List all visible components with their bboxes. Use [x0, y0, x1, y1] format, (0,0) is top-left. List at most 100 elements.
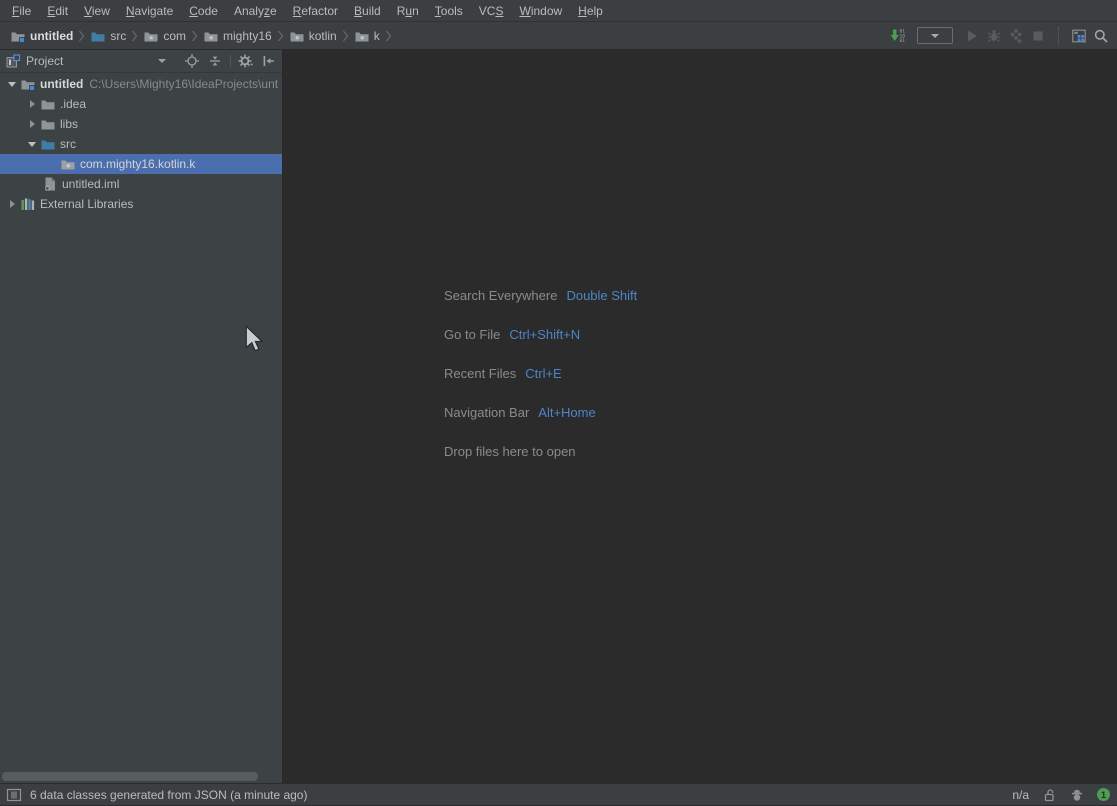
project-panel-header: Project — [0, 50, 282, 73]
breadcrumb-src[interactable]: src — [88, 28, 128, 44]
chevron-expanded-icon[interactable] — [24, 136, 40, 152]
menu-item-refactor[interactable]: Refactor — [285, 0, 346, 22]
tree-row-src[interactable]: src — [0, 134, 282, 154]
collapse-all-icon[interactable] — [207, 53, 223, 69]
stop-icon — [1030, 28, 1046, 44]
shortcut-hints: Search Everywhere Double Shift Go to Fil… — [444, 276, 637, 471]
breadcrumb-k[interactable]: k — [352, 28, 382, 44]
horizontal-scrollbar[interactable] — [2, 772, 258, 781]
main-toolbar: untitled src com mighty16 kotlin k 01 10… — [0, 22, 1117, 50]
hint-action: Drop files here to open — [444, 444, 576, 459]
hide-panel-icon[interactable] — [261, 53, 277, 69]
hint-navigation-bar: Navigation Bar Alt+Home — [444, 393, 637, 432]
menu-item-run[interactable]: Run — [389, 0, 427, 22]
tree-item-label: untitled.iml — [62, 177, 120, 191]
project-folder-icon — [10, 28, 26, 44]
unlocked-padlock-icon[interactable] — [1041, 787, 1057, 803]
menu-bar: File Edit View Navigate Code Analyze Ref… — [0, 0, 1117, 22]
status-message[interactable]: 6 data classes generated from JSON (a mi… — [30, 788, 307, 802]
tree-row-libs[interactable]: libs — [0, 114, 282, 134]
navigation-breadcrumbs: untitled src com mighty16 kotlin k — [8, 22, 395, 49]
tree-row-package-selected[interactable]: com.mighty16.kotlin.k — [0, 154, 282, 174]
hint-keys: Alt+Home — [538, 405, 596, 420]
hint-search-everywhere: Search Everywhere Double Shift — [444, 276, 637, 315]
toolwindow-switcher-icon[interactable] — [6, 787, 22, 803]
chevron-right-icon — [191, 30, 198, 42]
project-tool-window: Project untitled C:\Users\Mighty16\IdeaP… — [0, 50, 283, 783]
tree-item-label: External Libraries — [40, 197, 134, 211]
gear-settings-icon[interactable] — [238, 53, 254, 69]
run-with-coverage-button[interactable] — [1005, 25, 1027, 47]
panel-dropdown-icon[interactable] — [158, 59, 167, 63]
coverage-icon — [1008, 28, 1024, 44]
project-toolwindow-icon — [5, 53, 21, 69]
stop-button[interactable] — [1027, 25, 1049, 47]
hint-recent-files: Recent Files Ctrl+E — [444, 354, 637, 393]
editor-area: Search Everywhere Double Shift Go to Fil… — [284, 50, 1117, 783]
breadcrumb-label: k — [373, 28, 380, 43]
tree-item-label: src — [60, 137, 76, 151]
search-icon — [1093, 28, 1109, 44]
debug-button[interactable] — [983, 25, 1005, 47]
breadcrumb-kotlin[interactable]: kotlin — [287, 28, 339, 44]
menu-item-file[interactable]: File — [4, 0, 39, 22]
breadcrumb-mighty16[interactable]: mighty16 — [201, 28, 274, 44]
breadcrumb-label: mighty16 — [223, 28, 272, 43]
breadcrumb-com[interactable]: com — [141, 28, 188, 44]
header-separator — [230, 55, 231, 67]
package-icon — [354, 28, 370, 44]
menu-item-help[interactable]: Help — [570, 0, 611, 22]
panel-title: Project — [26, 54, 64, 68]
chevron-collapsed-icon[interactable] — [4, 196, 20, 212]
menu-item-window[interactable]: Window — [511, 0, 570, 22]
menu-item-tools[interactable]: Tools — [427, 0, 471, 22]
tree-row-untitled[interactable]: untitled C:\Users\Mighty16\IdeaProjects\… — [0, 74, 282, 94]
run-button[interactable] — [961, 25, 983, 47]
toolbar-separator — [1058, 26, 1059, 45]
source-folder-icon — [90, 28, 106, 44]
locate-file-icon[interactable] — [184, 53, 200, 69]
project-folder-icon — [20, 76, 36, 92]
menu-item-build[interactable]: Build — [346, 0, 389, 22]
menu-item-analyze[interactable]: Analyze — [226, 0, 285, 22]
project-path: C:\Users\Mighty16\IdeaProjects\unt — [89, 77, 279, 91]
menu-item-code[interactable]: Code — [181, 0, 226, 22]
menu-item-vcs[interactable]: VCS — [471, 0, 512, 22]
hint-action: Recent Files — [444, 366, 517, 381]
menu-item-edit[interactable]: Edit — [39, 0, 76, 22]
run-toolbar: 01 10 01 — [887, 22, 1112, 49]
chevron-collapsed-icon[interactable] — [24, 96, 40, 112]
project-structure-icon — [1071, 28, 1087, 44]
hint-action: Search Everywhere — [444, 288, 558, 303]
notification-badge[interactable]: 1 — [1097, 788, 1110, 801]
package-icon — [289, 28, 305, 44]
tree-item-label: libs — [60, 117, 79, 131]
source-folder-icon — [40, 136, 56, 152]
search-everywhere-button[interactable] — [1090, 25, 1112, 47]
tree-row-external-libraries[interactable]: External Libraries — [0, 194, 282, 214]
menu-item-navigate[interactable]: Navigate — [118, 0, 181, 22]
tree-row-untitled-iml[interactable]: untitled.iml — [0, 174, 282, 194]
hint-action: Navigation Bar — [444, 405, 530, 420]
make-project-button[interactable]: 01 10 01 — [887, 25, 909, 47]
chevron-right-icon — [78, 30, 85, 42]
run-configurations-dropdown[interactable] — [917, 27, 953, 44]
inspections-hector-icon[interactable] — [1069, 787, 1085, 803]
package-icon — [203, 28, 219, 44]
libraries-icon — [20, 196, 36, 212]
chevron-right-icon — [342, 30, 349, 42]
make-project-icon: 01 10 01 — [890, 28, 906, 44]
breadcrumb-untitled[interactable]: untitled — [8, 28, 75, 44]
memory-indicator[interactable]: n/a — [1012, 788, 1029, 802]
chevron-collapsed-icon[interactable] — [24, 116, 40, 132]
project-structure-button[interactable] — [1068, 25, 1090, 47]
tree-row-idea[interactable]: .idea — [0, 94, 282, 114]
tree-item-label: com.mighty16.kotlin.k — [80, 157, 196, 171]
chevron-expanded-icon[interactable] — [4, 76, 20, 92]
breadcrumb-label: kotlin — [308, 28, 337, 43]
breadcrumb-label: com — [163, 28, 186, 43]
package-icon — [143, 28, 159, 44]
menu-item-view[interactable]: View — [76, 0, 118, 22]
hint-keys: Ctrl+E — [525, 366, 562, 381]
hint-keys: Double Shift — [566, 288, 638, 303]
